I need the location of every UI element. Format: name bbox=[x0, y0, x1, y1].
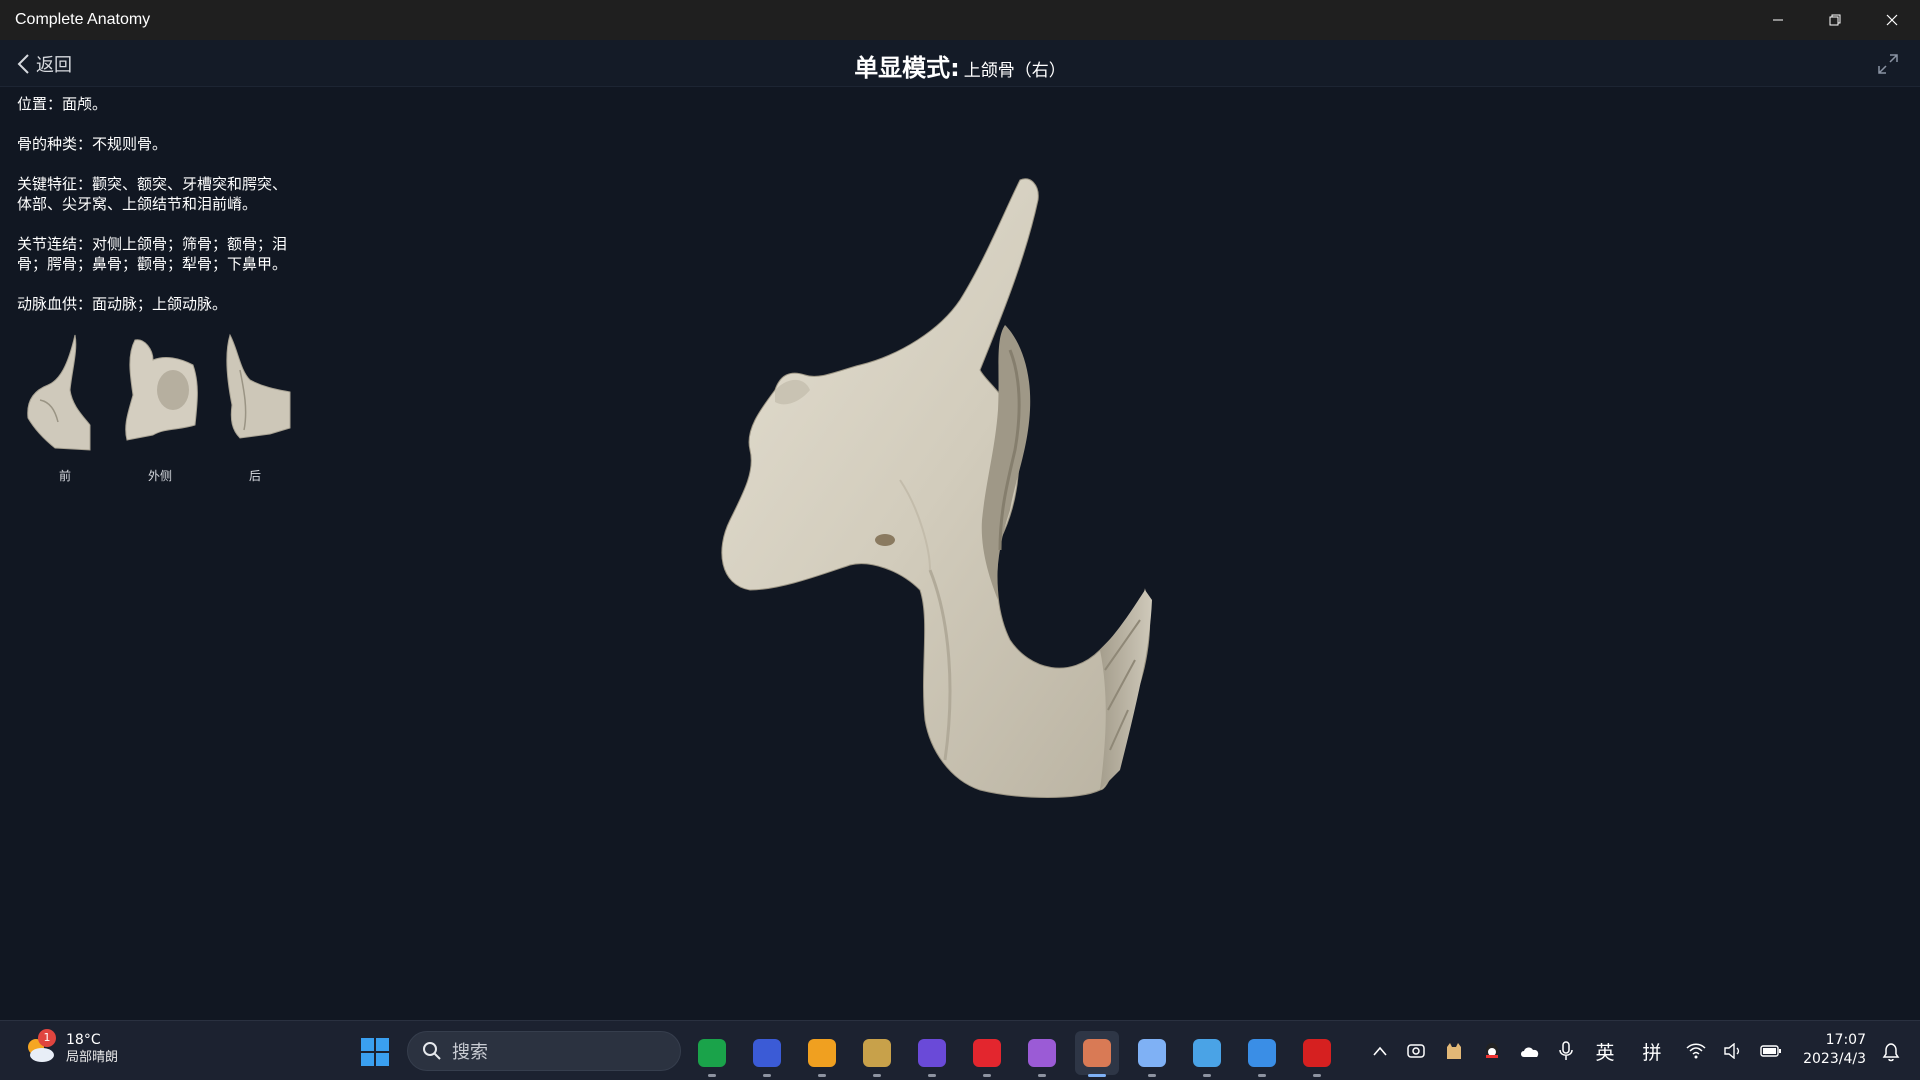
search-icon bbox=[423, 1042, 441, 1060]
taskbar-app-acrobat-app[interactable] bbox=[1295, 1031, 1339, 1077]
minimize-icon bbox=[1772, 19, 1783, 21]
running-indicator bbox=[1313, 1074, 1321, 1077]
running-indicator bbox=[708, 1074, 716, 1077]
running-indicator bbox=[818, 1074, 826, 1077]
volume-icon[interactable] bbox=[1722, 1043, 1744, 1059]
acrobat-app-icon bbox=[1303, 1039, 1331, 1067]
info-articulations: 关节连结：对侧上颌骨；筛骨；额骨；泪 骨；腭骨；鼻骨；颧骨；犁骨；下鼻甲。 bbox=[17, 234, 307, 274]
taskbar-app-sheets-app[interactable] bbox=[690, 1031, 734, 1077]
taskbar: 1 18°C 局部晴朗 搜索 英 拼 17:07 2023/4/3 bbox=[0, 1020, 1920, 1080]
running-indicator bbox=[1203, 1074, 1211, 1077]
microphone-icon[interactable] bbox=[1556, 1041, 1576, 1061]
view-header: 返回 单显模式: 上颌骨（右） bbox=[0, 40, 1920, 87]
search-placeholder: 搜索 bbox=[452, 1042, 488, 1063]
info-key-features: 关键特征：颧突、额突、牙槽突和腭突、 体部、尖牙窝、上颌结节和泪前嵴。 bbox=[17, 174, 307, 214]
onedrive-icon[interactable] bbox=[1518, 1044, 1542, 1058]
ime-mode-indicator[interactable]: 拼 bbox=[1634, 1038, 1670, 1065]
taskbar-app-g-app[interactable] bbox=[800, 1031, 844, 1077]
mode-label: 单显模式: bbox=[854, 54, 960, 82]
minimize-button[interactable] bbox=[1749, 0, 1806, 40]
system-tray: 英 拼 bbox=[1370, 1021, 1784, 1080]
thumbnail-anterior[interactable]: 前 bbox=[20, 330, 110, 490]
taskbar-app-chart-app[interactable] bbox=[1185, 1031, 1229, 1077]
running-indicator bbox=[1258, 1074, 1266, 1077]
weather-description: 局部晴朗 bbox=[66, 1050, 119, 1065]
thumbnail-label-anterior: 前 bbox=[58, 469, 71, 483]
page-title: 单显模式: 上颌骨（右） bbox=[0, 48, 1920, 83]
restore-button[interactable] bbox=[1806, 0, 1863, 40]
running-indicator bbox=[763, 1074, 771, 1077]
bone-info-panel: 位置：面颅。 骨的种类：不规则骨。 关键特征：颧突、额突、牙槽突和腭突、 体部、… bbox=[17, 94, 307, 334]
info-bone-type: 骨的种类：不规则骨。 bbox=[17, 135, 168, 153]
taskbar-app-study-app[interactable] bbox=[1020, 1031, 1064, 1077]
netease-music-icon bbox=[973, 1039, 1001, 1067]
recycle-app-icon bbox=[1138, 1039, 1166, 1067]
taskbar-app-league-app[interactable] bbox=[855, 1031, 899, 1077]
close-icon bbox=[1886, 14, 1897, 26]
capture-tray-icon[interactable] bbox=[1404, 1041, 1428, 1061]
complete-anatomy-icon bbox=[1083, 1039, 1111, 1067]
taskbar-app-paint-app[interactable] bbox=[1240, 1031, 1284, 1077]
clock-date: 2023/4/3 bbox=[1803, 1051, 1866, 1067]
expand-icon[interactable] bbox=[1876, 52, 1900, 76]
taskbar-app-recycle-app[interactable] bbox=[1130, 1031, 1174, 1077]
thumbnail-label-posterior: 后 bbox=[248, 469, 261, 483]
maxilla-posterior-thumbnail bbox=[226, 333, 291, 439]
crystal-app-icon bbox=[918, 1039, 946, 1067]
windows-start-icon[interactable] bbox=[360, 1037, 390, 1067]
maxilla-lateral-thumbnail bbox=[125, 339, 198, 441]
structure-name: 上颌骨（右） bbox=[963, 61, 1066, 81]
window-controls bbox=[1749, 0, 1920, 40]
close-button[interactable] bbox=[1863, 0, 1920, 40]
study-app-icon bbox=[1028, 1039, 1056, 1067]
system-clock[interactable]: 17:07 2023/4/3 bbox=[1803, 1031, 1866, 1069]
weather-badge: 1 bbox=[38, 1029, 56, 1047]
league-app-icon bbox=[863, 1039, 891, 1067]
maxilla-3d-model[interactable] bbox=[600, 150, 1220, 950]
chevron-up-icon[interactable] bbox=[1370, 1045, 1390, 1057]
sheets-app-icon bbox=[698, 1039, 726, 1067]
info-key-features-line2: 体部、尖牙窝、上颌结节和泪前嵴。 bbox=[17, 195, 258, 213]
title-bar: Complete Anatomy bbox=[0, 0, 1920, 40]
thumbnail-posterior[interactable]: 后 bbox=[210, 330, 300, 490]
qq-tray-icon[interactable] bbox=[1480, 1041, 1504, 1061]
info-articulations-line1: 关节连结：对侧上颌骨；筛骨；额骨；泪 bbox=[17, 235, 288, 253]
weather-widget[interactable]: 1 18°C 局部晴朗 bbox=[22, 1029, 119, 1067]
running-indicator bbox=[873, 1074, 881, 1077]
taskbar-app-cat-app[interactable] bbox=[745, 1031, 789, 1077]
thumbnail-lateral[interactable]: 外侧 bbox=[115, 330, 205, 490]
paint-app-icon bbox=[1248, 1039, 1276, 1067]
taskbar-search-input[interactable]: 搜索 bbox=[407, 1031, 681, 1071]
running-indicator bbox=[928, 1074, 936, 1077]
taskbar-app-complete-anatomy[interactable] bbox=[1075, 1031, 1119, 1077]
restore-icon bbox=[1829, 14, 1840, 26]
info-arterial-supply: 动脉血供：面动脉；上颌动脉。 bbox=[17, 295, 228, 313]
info-articulations-line2: 骨；腭骨；鼻骨；颧骨；犁骨；下鼻甲。 bbox=[17, 255, 288, 273]
running-indicator bbox=[1088, 1074, 1106, 1077]
g-app-icon bbox=[808, 1039, 836, 1067]
app-title: Complete Anatomy bbox=[15, 11, 151, 28]
running-indicator bbox=[1038, 1074, 1046, 1077]
clock-time: 17:07 bbox=[1825, 1032, 1866, 1048]
running-indicator bbox=[983, 1074, 991, 1077]
cat-app-icon bbox=[753, 1039, 781, 1067]
wifi-icon[interactable] bbox=[1684, 1043, 1708, 1059]
maxilla-anterior-thumbnail bbox=[27, 334, 91, 451]
info-key-features-line1: 关键特征：颧突、额突、牙槽突和腭突、 bbox=[17, 175, 288, 193]
view-thumbnails: 前 外侧 后 bbox=[20, 330, 300, 490]
chart-app-icon bbox=[1193, 1039, 1221, 1067]
weather-temperature: 18°C bbox=[66, 1032, 101, 1048]
info-location: 位置：面颅。 bbox=[17, 95, 108, 113]
taskbar-app-crystal-app[interactable] bbox=[910, 1031, 954, 1077]
ime-language-indicator[interactable]: 英 bbox=[1590, 1038, 1620, 1065]
battery-icon[interactable] bbox=[1758, 1044, 1784, 1058]
weather-icon: 1 bbox=[22, 1029, 58, 1067]
notification-bell-icon[interactable] bbox=[1880, 1041, 1902, 1063]
taskbar-app-netease-music[interactable] bbox=[965, 1031, 1009, 1077]
running-indicator bbox=[1148, 1074, 1156, 1077]
thumbnail-label-lateral: 外侧 bbox=[147, 469, 172, 483]
cat-tray-icon[interactable] bbox=[1442, 1041, 1466, 1061]
